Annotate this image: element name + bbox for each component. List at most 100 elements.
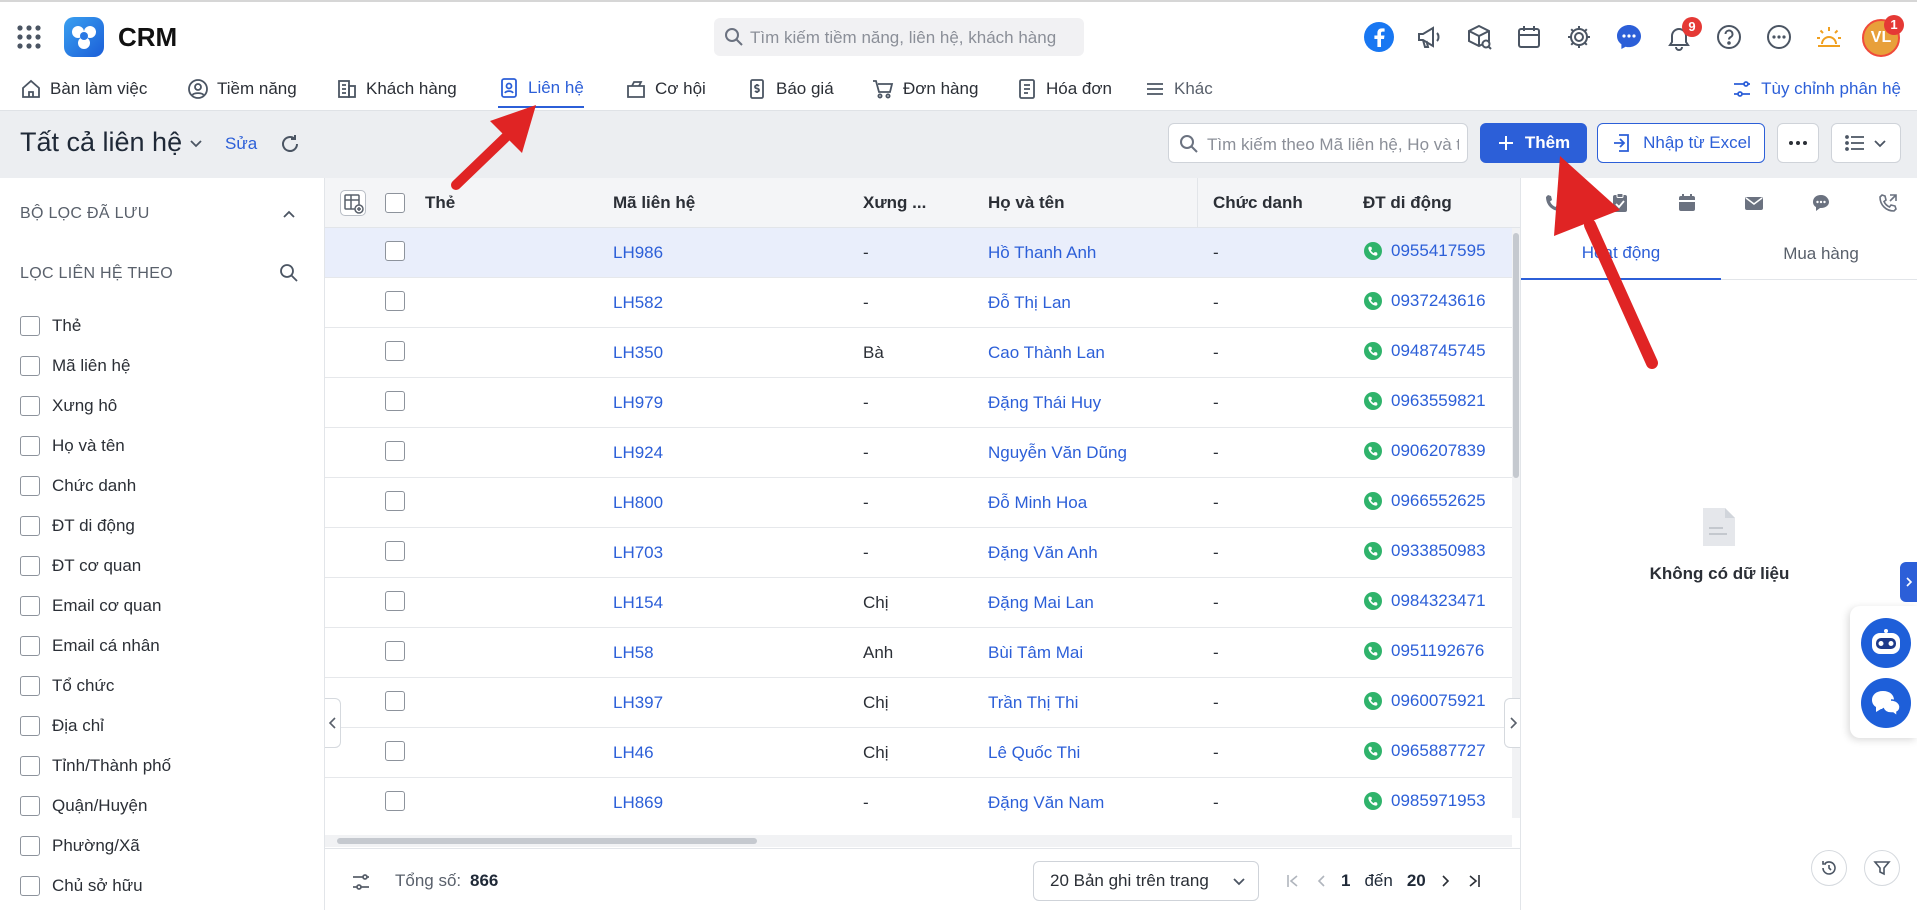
filter-option[interactable]: Địa chỉ	[20, 714, 104, 738]
row-checkbox[interactable]	[385, 491, 405, 511]
filter-checkbox[interactable]	[20, 516, 40, 536]
filter-option[interactable]: Email cá nhân	[20, 634, 160, 658]
phone-call-icon[interactable]	[1363, 391, 1383, 411]
side-expand-tab[interactable]	[1900, 562, 1917, 602]
global-search-input[interactable]: Tìm kiếm tiềm năng, liên hệ, khách hàng	[714, 18, 1084, 56]
cell-mobile[interactable]: 0985971953	[1363, 791, 1486, 811]
chevron-down-icon[interactable]	[188, 135, 204, 151]
filter-checkbox[interactable]	[20, 316, 40, 336]
filter-checkbox[interactable]	[20, 756, 40, 776]
help-icon[interactable]	[1712, 19, 1746, 55]
filter-option[interactable]: Email cơ quan	[20, 594, 161, 618]
last-page-icon[interactable]	[1466, 873, 1482, 889]
filter-option[interactable]: Chức danh	[20, 474, 136, 498]
phone-call-icon[interactable]	[1363, 641, 1383, 661]
column-header-mobile[interactable]: ĐT di động	[1363, 193, 1452, 213]
filter-option[interactable]: Họ và tên	[20, 434, 125, 458]
next-page-icon[interactable]	[1440, 873, 1452, 889]
cell-name[interactable]: Bùi Tâm Mai	[988, 643, 1083, 663]
cell-name[interactable]: Lê Quốc Thi	[988, 743, 1080, 763]
tab-activities[interactable]: Hoạt động	[1521, 228, 1721, 280]
cell-name[interactable]: Đặng Văn Nam	[988, 793, 1104, 813]
facebook-icon[interactable]	[1362, 19, 1396, 55]
cell-code[interactable]: LH154	[613, 593, 663, 613]
cell-mobile[interactable]: 0984323471	[1363, 591, 1486, 611]
phone-call-icon[interactable]	[1363, 441, 1383, 461]
filter-option[interactable]: ĐT cơ quan	[20, 554, 141, 578]
row-checkbox[interactable]	[385, 791, 405, 811]
chevron-up-icon[interactable]	[280, 206, 298, 224]
calendar-icon[interactable]	[1512, 19, 1546, 55]
filter-checkbox[interactable]	[20, 476, 40, 496]
cell-code[interactable]: LH924	[613, 443, 663, 463]
clipboard-check-icon[interactable]	[1609, 192, 1631, 214]
history-button[interactable]	[1811, 850, 1847, 886]
cell-code[interactable]: LH350	[613, 343, 663, 363]
phone-call-icon[interactable]	[1363, 591, 1383, 611]
filter-checkbox[interactable]	[20, 716, 40, 736]
phone-call-icon[interactable]	[1363, 741, 1383, 761]
horizontal-scrollbar-thumb[interactable]	[337, 838, 757, 844]
add-contact-button[interactable]: Thêm	[1480, 123, 1587, 163]
filter-checkbox[interactable]	[20, 436, 40, 456]
table-row[interactable]: LH350 Bà Cao Thành Lan - 0948745745	[325, 328, 1520, 378]
filter-option[interactable]: Tổ chức	[20, 674, 114, 698]
cell-mobile[interactable]: 0933850983	[1363, 541, 1486, 561]
saved-filters-title[interactable]: BỘ LỌC ĐÃ LƯU	[20, 205, 150, 223]
bell-icon[interactable]: 9	[1662, 17, 1702, 55]
table-row[interactable]: LH979 - Đặng Thái Huy - 0963559821	[325, 378, 1520, 428]
filter-option[interactable]: Mã liên hệ	[20, 354, 130, 378]
cell-name[interactable]: Trần Thị Thi	[988, 693, 1078, 713]
contact-search-input[interactable]: Tìm kiếm theo Mã liên hệ, Họ và tên, ĐT …	[1168, 123, 1468, 163]
cell-code[interactable]: LH979	[613, 393, 663, 413]
mail-icon[interactable]	[1743, 192, 1765, 214]
cell-code[interactable]: LH703	[613, 543, 663, 563]
cell-name[interactable]: Cao Thành Lan	[988, 343, 1105, 363]
row-checkbox[interactable]	[385, 541, 405, 561]
view-title[interactable]: Tất cả liên hệ	[20, 127, 182, 158]
phone-call-icon[interactable]	[1363, 541, 1383, 561]
cell-code[interactable]: LH46	[613, 743, 654, 763]
chat-support-button[interactable]	[1861, 678, 1911, 728]
filter-option[interactable]: Thẻ	[20, 314, 81, 338]
filter-option[interactable]: Tỉnh/Thành phố	[20, 754, 171, 778]
table-row[interactable]: LH58 Anh Bùi Tâm Mai - 0951192676	[325, 628, 1520, 678]
nav-item-hoa-don[interactable]: Hóa đơn	[1016, 70, 1112, 108]
vertical-scrollbar-thumb[interactable]	[1513, 233, 1519, 478]
row-checkbox[interactable]	[385, 391, 405, 411]
more-circle-icon[interactable]	[1762, 19, 1796, 55]
cell-name[interactable]: Nguyễn Văn Dũng	[988, 443, 1127, 463]
row-checkbox[interactable]	[385, 441, 405, 461]
nav-item-co-hoi[interactable]: Cơ hội	[625, 70, 706, 108]
page-size-select[interactable]: 20 Bản ghi trên trang	[1033, 861, 1259, 901]
filter-checkbox[interactable]	[20, 876, 40, 896]
nav-item-tiem-nang[interactable]: Tiềm năng	[187, 70, 297, 108]
column-divider[interactable]	[1197, 178, 1198, 228]
filter-option[interactable]: Chủ sở hữu	[20, 874, 143, 898]
filter-checkbox[interactable]	[20, 796, 40, 816]
crm-logo-icon[interactable]	[64, 17, 104, 57]
tab-purchases[interactable]: Mua hàng	[1721, 228, 1917, 280]
row-checkbox[interactable]	[385, 341, 405, 361]
table-row[interactable]: LH46 Chị Lê Quốc Thi - 0965887727	[325, 728, 1520, 778]
nav-item-khach-hang[interactable]: Khách hàng	[336, 70, 457, 108]
cell-mobile[interactable]: 0966552625	[1363, 491, 1486, 511]
cell-code[interactable]: LH58	[613, 643, 654, 663]
import-excel-button[interactable]: Nhập từ Excel	[1597, 123, 1765, 163]
chat-bubble-icon[interactable]	[1810, 192, 1832, 214]
view-mode-button[interactable]	[1831, 123, 1901, 163]
sun-theme-icon[interactable]	[1812, 19, 1846, 55]
row-checkbox[interactable]	[385, 291, 405, 311]
cell-code[interactable]: LH397	[613, 693, 663, 713]
cell-name[interactable]: Đặng Mai Lan	[988, 593, 1094, 613]
refresh-icon[interactable]	[278, 132, 302, 156]
package-search-icon[interactable]	[1462, 19, 1496, 55]
cell-code[interactable]: LH869	[613, 793, 663, 813]
nav-item-khac[interactable]: Khác	[1144, 70, 1213, 108]
filter-checkbox[interactable]	[20, 836, 40, 856]
cell-mobile[interactable]: 0937243616	[1363, 291, 1486, 311]
nav-item-ban-lam-viec[interactable]: Bàn làm việc	[20, 70, 147, 108]
edit-view-link[interactable]: Sửa	[225, 134, 257, 154]
row-checkbox[interactable]	[385, 241, 405, 261]
filter-option[interactable]: Phường/Xã	[20, 834, 140, 858]
